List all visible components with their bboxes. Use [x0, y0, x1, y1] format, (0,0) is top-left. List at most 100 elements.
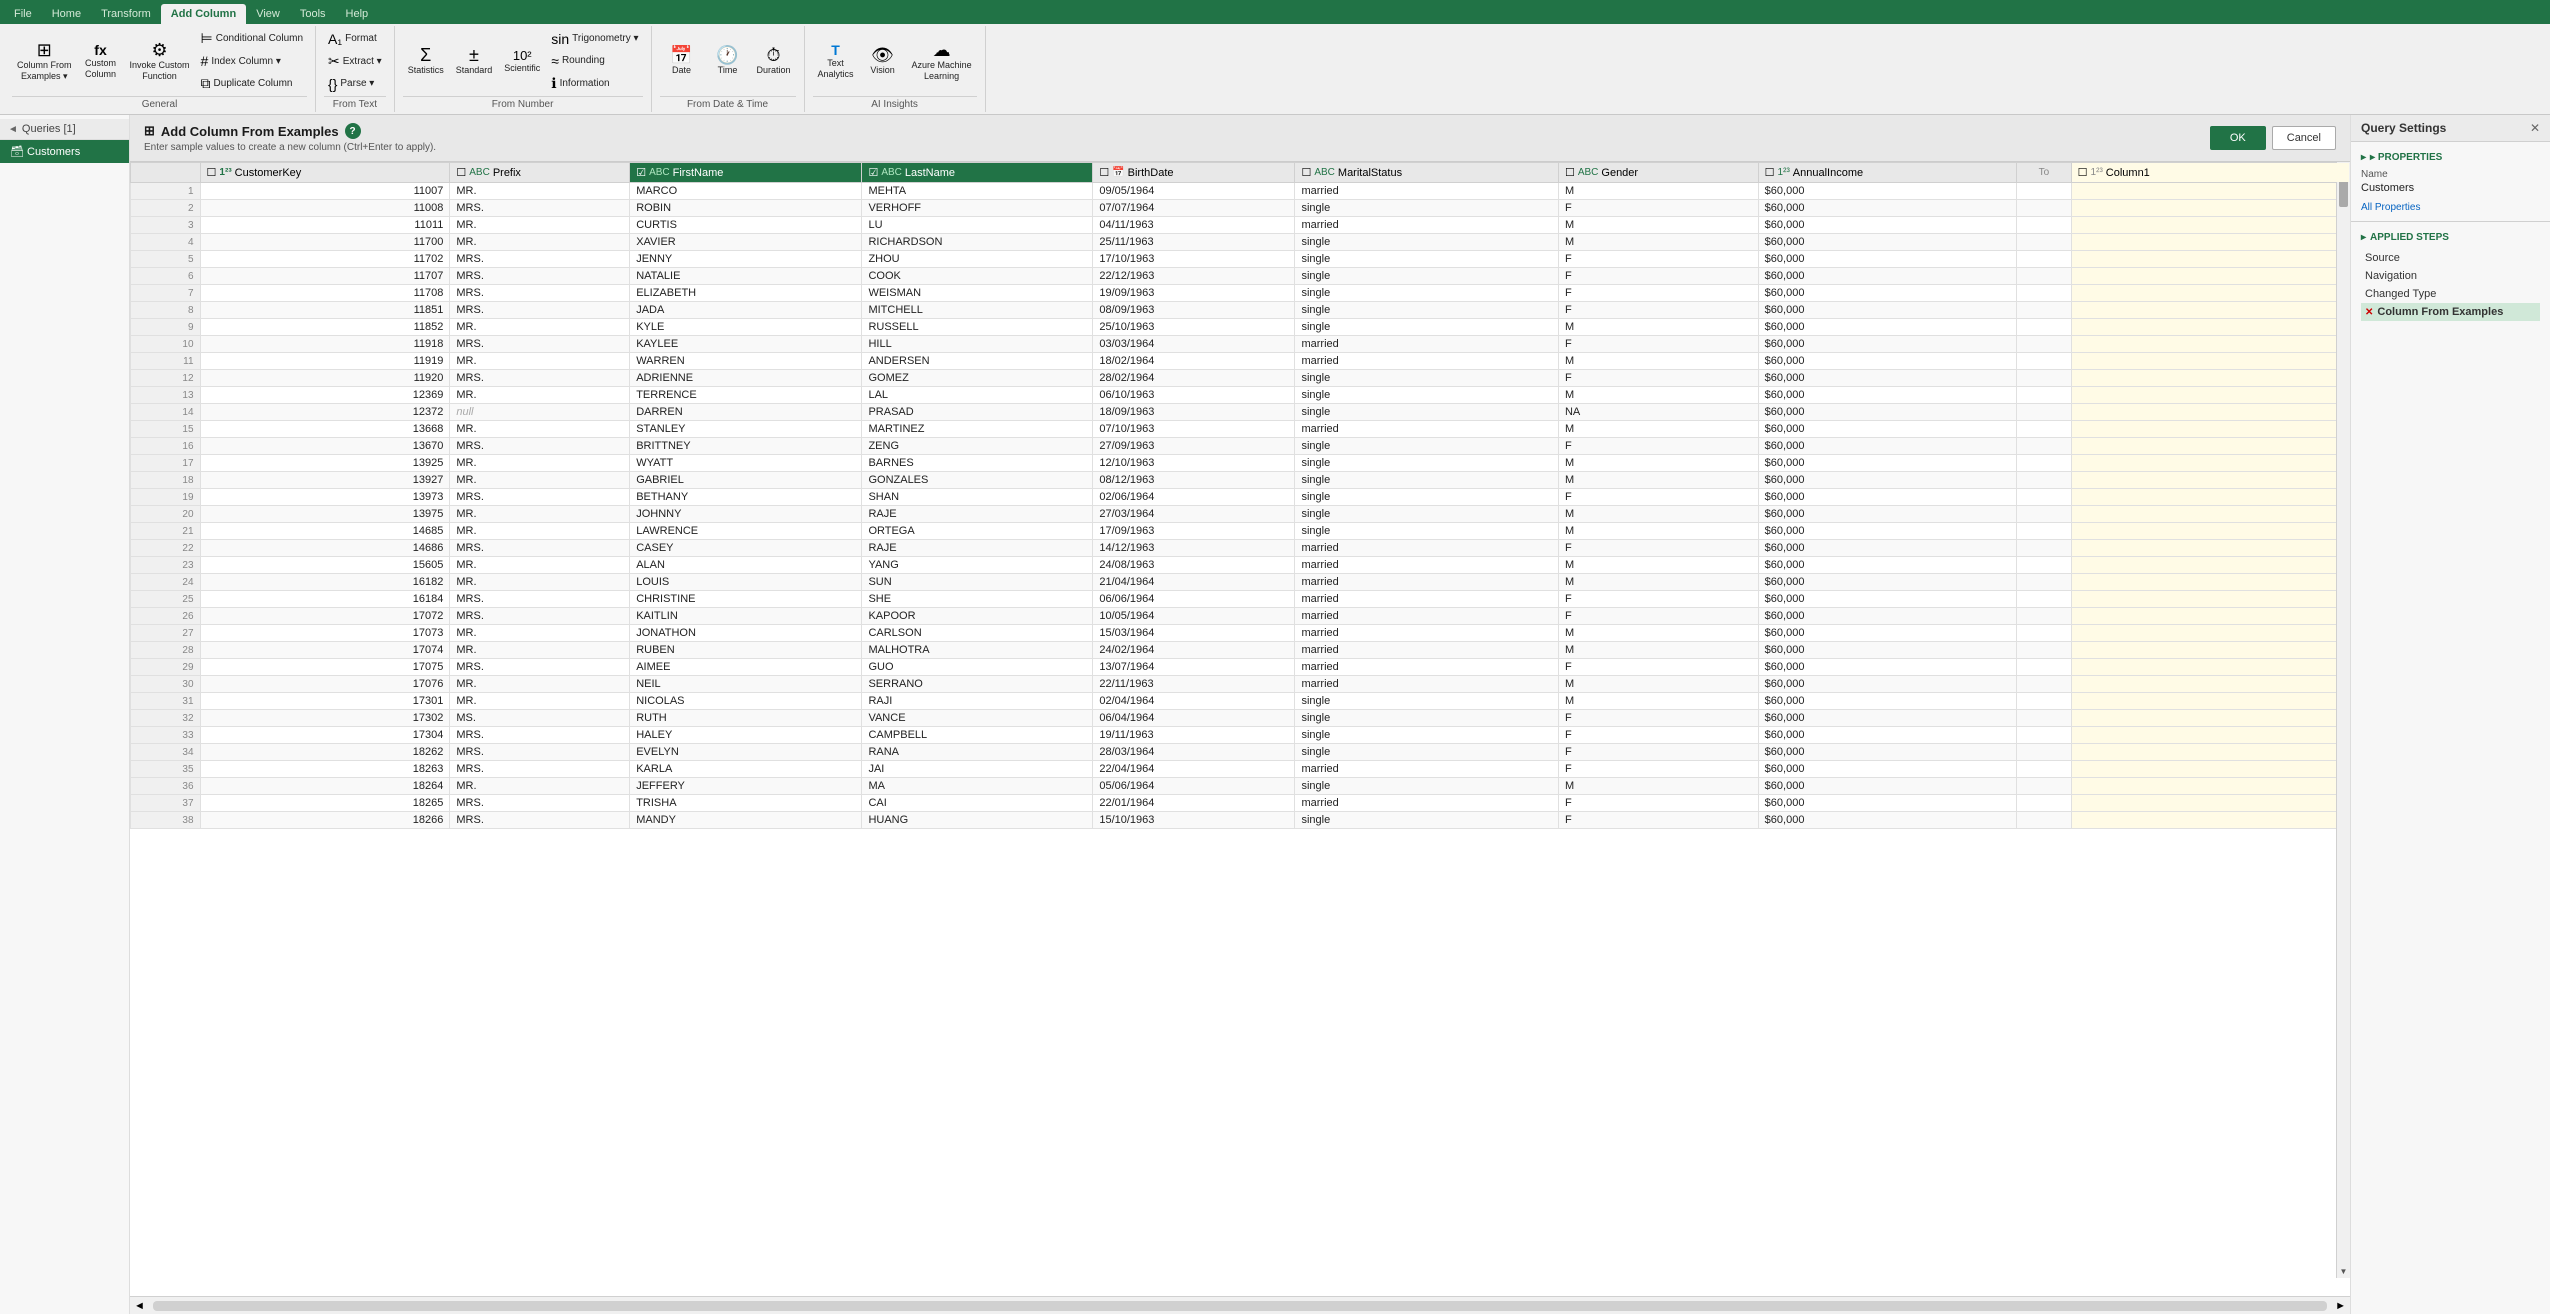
azure-ml-btn[interactable]: ☁ Azure MachineLearning	[907, 38, 977, 85]
conditional-column-btn[interactable]: ⊨ Conditional Column	[197, 28, 307, 49]
scroll-right-btn[interactable]: ►	[2331, 1300, 2350, 1312]
cell-column1-35[interactable]	[2071, 761, 2349, 778]
cell-column1-20[interactable]	[2071, 506, 2349, 523]
check-birthdate[interactable]: ☐	[1099, 166, 1109, 179]
cell-column1-3[interactable]	[2071, 217, 2349, 234]
cancel-button[interactable]: Cancel	[2272, 126, 2336, 150]
cell-column1-30[interactable]	[2071, 676, 2349, 693]
statistics-btn[interactable]: Σ Statistics	[403, 43, 449, 79]
cell-column1-13[interactable]	[2071, 387, 2349, 404]
index-column-btn[interactable]: # Index Column ▾	[197, 51, 307, 71]
properties-chevron[interactable]: ▸	[2361, 152, 2366, 163]
information-btn[interactable]: ℹ Information	[547, 73, 642, 94]
step-navigation[interactable]: Navigation	[2361, 267, 2540, 285]
col-header-firstname[interactable]: ☑ ABC FirstName	[630, 163, 862, 183]
cell-column1-32[interactable]	[2071, 710, 2349, 727]
vision-btn[interactable]: 👁 Vision	[861, 43, 905, 79]
step-changed-type[interactable]: Changed Type	[2361, 285, 2540, 303]
cell-column1-22[interactable]	[2071, 540, 2349, 557]
ok-button[interactable]: OK	[2210, 126, 2266, 150]
scientific-btn[interactable]: 10² Scientific	[499, 46, 545, 77]
right-panel-close-btn[interactable]: ✕	[2530, 121, 2540, 135]
all-properties-link[interactable]: All Properties	[2361, 202, 2540, 213]
trigonometry-btn[interactable]: sin Trigonometry ▾	[547, 29, 642, 49]
date-btn[interactable]: 📅 Date	[660, 43, 704, 79]
cell-column1-7[interactable]	[2071, 285, 2349, 302]
cell-column1-34[interactable]	[2071, 744, 2349, 761]
col-header-maritalstatus[interactable]: ☐ ABC MaritalStatus	[1295, 163, 1558, 183]
tab-view[interactable]: View	[246, 4, 290, 24]
text-analytics-btn[interactable]: T TextAnalytics	[813, 40, 859, 83]
check-lastname[interactable]: ☑	[868, 166, 878, 179]
col-header-prefix[interactable]: ☐ ABC Prefix	[450, 163, 630, 183]
sidebar-item-customers[interactable]: 🗃 Customers	[0, 140, 129, 163]
cell-column1-1[interactable]	[2071, 183, 2349, 200]
check-firstname[interactable]: ☑	[636, 166, 646, 179]
check-customerkey[interactable]: ☐	[207, 166, 217, 179]
tab-transform[interactable]: Transform	[91, 4, 161, 24]
cell-column1-37[interactable]	[2071, 795, 2349, 812]
help-icon[interactable]: ?	[345, 123, 361, 139]
scroll-down-btn[interactable]: ▼	[2337, 1265, 2350, 1278]
cell-column1-4[interactable]	[2071, 234, 2349, 251]
cell-column1-17[interactable]	[2071, 455, 2349, 472]
tab-add-column[interactable]: Add Column	[161, 4, 246, 24]
cell-column1-27[interactable]	[2071, 625, 2349, 642]
cell-column1-33[interactable]	[2071, 727, 2349, 744]
standard-btn[interactable]: ± Standard	[451, 43, 498, 79]
tab-help[interactable]: Help	[336, 4, 379, 24]
vertical-scrollbar[interactable]: ▲ ▼	[2336, 162, 2350, 1278]
col-header-lastname[interactable]: ☑ ABC LastName	[862, 163, 1093, 183]
cell-column1-26[interactable]	[2071, 608, 2349, 625]
cell-column1-9[interactable]	[2071, 319, 2349, 336]
step-remove-icon[interactable]: ✕	[2365, 307, 2373, 318]
step-source[interactable]: Source	[2361, 249, 2540, 267]
cell-column1-23[interactable]	[2071, 557, 2349, 574]
scroll-left-btn[interactable]: ◄	[130, 1300, 149, 1312]
column-from-examples-btn[interactable]: ⊞ Column FromExamples ▾	[12, 38, 77, 85]
cell-column1-25[interactable]	[2071, 591, 2349, 608]
cell-column1-36[interactable]	[2071, 778, 2349, 795]
cell-column1-16[interactable]	[2071, 438, 2349, 455]
check-maritalstatus[interactable]: ☐	[1301, 166, 1311, 179]
cell-column1-12[interactable]	[2071, 370, 2349, 387]
cell-column1-21[interactable]	[2071, 523, 2349, 540]
duplicate-column-btn[interactable]: ⧉ Duplicate Column	[197, 73, 307, 94]
cell-column1-29[interactable]	[2071, 659, 2349, 676]
parse-btn[interactable]: {} Parse ▾	[324, 74, 386, 94]
invoke-custom-btn[interactable]: ⚙ Invoke CustomFunction	[125, 38, 195, 85]
tab-tools[interactable]: Tools	[290, 4, 336, 24]
cell-column1-2[interactable]	[2071, 200, 2349, 217]
steps-chevron[interactable]: ▸	[2361, 232, 2366, 243]
cell-column1-24[interactable]	[2071, 574, 2349, 591]
col-header-column1[interactable]: ☐ 1²³ Column1	[2071, 163, 2349, 183]
cell-column1-18[interactable]	[2071, 472, 2349, 489]
extract-btn[interactable]: ✂ Extract ▾	[324, 51, 386, 72]
cell-column1-15[interactable]	[2071, 421, 2349, 438]
rounding-btn[interactable]: ≈ Rounding	[547, 51, 642, 71]
format-btn[interactable]: A₁ Format	[324, 29, 386, 49]
sidebar-collapse-arrow[interactable]: ◄	[8, 124, 18, 135]
cell-column1-28[interactable]	[2071, 642, 2349, 659]
check-column1[interactable]: ☐	[2078, 166, 2088, 179]
duration-btn[interactable]: ⏱ Duration	[752, 43, 796, 79]
col-header-birthdate[interactable]: ☐ 📅 BirthDate	[1093, 163, 1295, 183]
cell-column1-31[interactable]	[2071, 693, 2349, 710]
time-btn[interactable]: 🕐 Time	[706, 43, 750, 79]
cell-column1-10[interactable]	[2071, 336, 2349, 353]
custom-column-btn[interactable]: fx CustomColumn	[79, 40, 123, 83]
step-column-from-examples[interactable]: ✕ Column From Examples	[2361, 303, 2540, 321]
cell-column1-6[interactable]	[2071, 268, 2349, 285]
col-header-annualincome[interactable]: ☐ 1²³ AnnualIncome	[1758, 163, 2016, 183]
cell-column1-14[interactable]	[2071, 404, 2349, 421]
col-header-customerkey[interactable]: ☐ 1²³ CustomerKey	[200, 163, 450, 183]
cell-column1-5[interactable]	[2071, 251, 2349, 268]
horizontal-scrollbar[interactable]	[153, 1301, 2327, 1311]
tab-home[interactable]: Home	[42, 4, 91, 24]
check-annualincome[interactable]: ☐	[1765, 166, 1775, 179]
cell-column1-11[interactable]	[2071, 353, 2349, 370]
col-header-gender[interactable]: ☐ ABC Gender	[1558, 163, 1758, 183]
cell-column1-38[interactable]	[2071, 812, 2349, 829]
tab-file[interactable]: File	[4, 4, 42, 24]
check-gender[interactable]: ☐	[1565, 166, 1575, 179]
